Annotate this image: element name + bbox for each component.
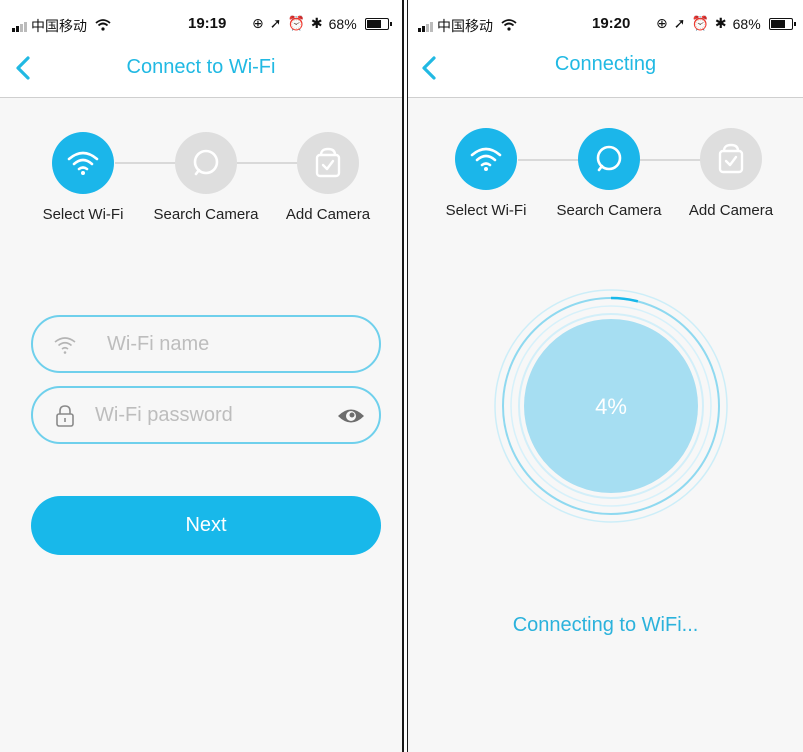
step-label: Select Wi-Fi <box>42 206 124 223</box>
orientation-lock-icon: ⊕ <box>656 15 668 31</box>
clock: 19:20 <box>592 15 631 32</box>
header: Connect to Wi-Fi <box>0 38 402 98</box>
shield-check-icon <box>718 143 744 174</box>
next-button[interactable]: Next <box>31 496 381 555</box>
status-bar: 中国移动 19:19 ⊕ ➚ ⏰ ✱ 68% <box>0 0 402 38</box>
step-add-camera: Add Camera <box>671 128 791 219</box>
step-search-camera: Search Camera <box>146 132 266 223</box>
step-label: Select Wi-Fi <box>445 202 527 219</box>
page-title: Connect to Wi-Fi <box>126 56 276 78</box>
carrier-name: 中国移动 <box>437 18 493 34</box>
signal-icon <box>12 21 27 32</box>
connecting-screen: 中国移动 19:20 ⊕ ➚ ⏰ ✱ 68% Connecting Select <box>407 0 803 752</box>
show-password-eye-icon[interactable] <box>337 405 365 427</box>
page-title: Connecting <box>554 53 657 75</box>
wifi-password-input[interactable] <box>95 395 325 435</box>
location-icon: ➚ <box>269 15 282 31</box>
alarm-icon: ⏰ <box>691 15 709 31</box>
battery-percent: 68% <box>732 15 761 32</box>
battery-icon <box>364 17 392 30</box>
bluetooth-icon: ✱ <box>310 15 323 31</box>
lock-icon <box>56 405 74 427</box>
connection-progress: 4% <box>491 286 731 526</box>
status-bar: 中国移动 19:20 ⊕ ➚ ⏰ ✱ 68% <box>408 0 803 38</box>
connection-status-text: Connecting to WiFi... <box>512 614 699 636</box>
wifi-name-input[interactable] <box>107 324 357 364</box>
step-select-wifi: Select Wi-Fi <box>23 132 143 223</box>
step-search-camera: Search Camera <box>549 128 669 219</box>
header: Connecting <box>408 38 803 98</box>
wifi-status-icon <box>95 18 111 34</box>
progress-percent: 4% <box>595 394 627 419</box>
wifi-password-field[interactable] <box>31 386 381 444</box>
step-label: Add Camera <box>285 206 371 223</box>
step-label: Add Camera <box>688 202 774 219</box>
step-select-wifi: Select Wi-Fi <box>426 128 546 219</box>
location-icon: ➚ <box>673 15 686 31</box>
signal-icon <box>418 21 433 32</box>
clock: 19:19 <box>188 15 227 32</box>
wifi-status-icon <box>501 18 517 34</box>
battery-percent: 68% <box>328 15 357 32</box>
connect-wifi-screen: 中国移动 19:19 ⊕ ➚ ⏰ ✱ 68% Connect to Wi-Fi … <box>0 0 404 752</box>
alarm-icon: ⏰ <box>287 15 305 31</box>
wifi-name-field[interactable] <box>31 315 381 373</box>
orientation-lock-icon: ⊕ <box>252 15 264 31</box>
step-add-camera: Add Camera <box>268 132 388 223</box>
wifi-icon <box>54 337 76 354</box>
step-label: Search Camera <box>153 206 259 223</box>
wifi-icon <box>470 147 502 171</box>
search-icon <box>193 149 219 176</box>
search-icon <box>596 145 622 172</box>
battery-icon <box>768 17 796 30</box>
bluetooth-icon: ✱ <box>714 15 727 31</box>
wifi-icon <box>67 151 99 175</box>
step-label: Search Camera <box>556 202 662 219</box>
carrier-name: 中国移动 <box>31 18 87 34</box>
shield-check-icon <box>315 147 341 178</box>
